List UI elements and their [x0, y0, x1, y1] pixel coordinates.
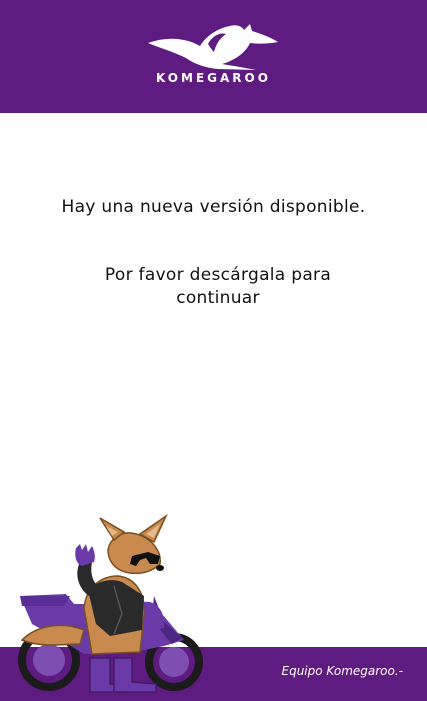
header-bar: KOMEGAROO [0, 0, 427, 113]
update-required-screen: KOMEGAROO Hay una nueva versión disponib… [0, 0, 427, 701]
new-version-message: Hay una nueva versión disponible. [61, 197, 366, 217]
download-instruction: Por favor descárgala para continuar [104, 265, 332, 308]
kangaroo-logo-icon [148, 24, 278, 70]
kangaroo-motorcycle-mascot [18, 513, 203, 693]
brand-wordmark: KOMEGAROO [156, 71, 271, 85]
team-signature: Equipo Komegaroo.- [281, 664, 404, 678]
